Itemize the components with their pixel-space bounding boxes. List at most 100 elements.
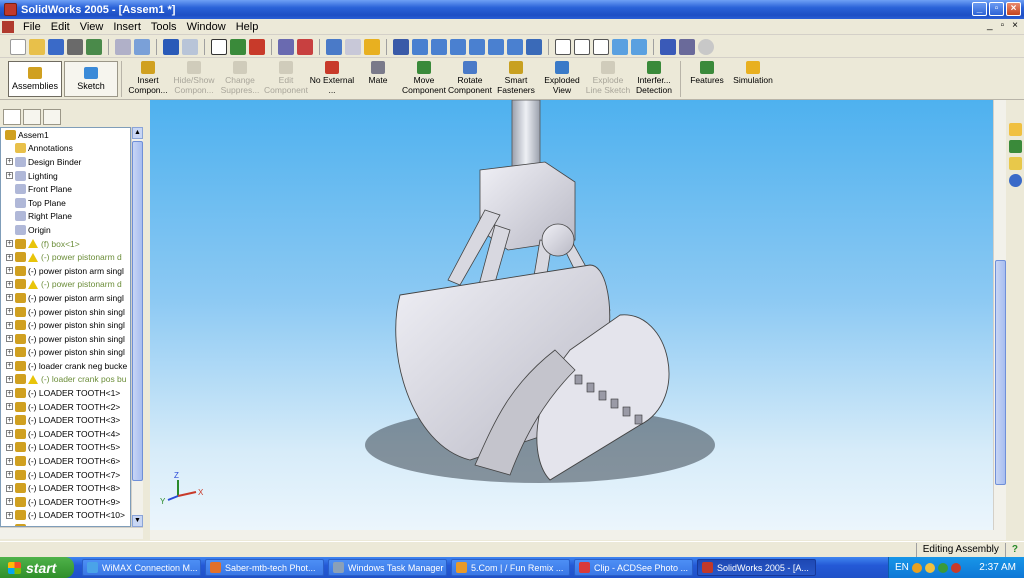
tree-item[interactable]: + (-) power piston arm singl	[1, 291, 130, 305]
zoom-selection-icon[interactable]	[469, 38, 485, 55]
expand-toggle[interactable]: +	[6, 348, 13, 356]
hidden-lines-icon[interactable]	[574, 38, 590, 55]
menu-window[interactable]: Window	[182, 21, 231, 33]
open-icon[interactable]	[29, 38, 45, 55]
doc-restore-button[interactable]: ▫	[1001, 20, 1005, 31]
print-icon[interactable]	[67, 38, 83, 55]
realview-icon[interactable]	[679, 38, 695, 55]
expand-toggle[interactable]: +	[6, 375, 13, 383]
cmd-button-9[interactable]: Exploded View	[539, 59, 585, 97]
options-icon[interactable]	[345, 38, 361, 55]
taskbar-item[interactable]: Clip - ACDSee Photo ...	[574, 559, 693, 576]
cmd-button-10[interactable]: Explode Line Sketch	[585, 59, 631, 97]
expand-toggle[interactable]: +	[6, 443, 13, 451]
expand-toggle[interactable]: +	[6, 403, 13, 411]
tree-item[interactable]: + (-) power piston shin singl	[1, 305, 130, 319]
expand-toggle[interactable]: +	[6, 280, 13, 288]
tree-item[interactable]: + (-) power piston shin singl	[1, 346, 130, 360]
document-icon[interactable]	[2, 20, 14, 33]
doc-close-button[interactable]: ×	[1012, 20, 1018, 31]
menu-insert[interactable]: Insert	[108, 21, 146, 33]
display-grid-icon[interactable]	[297, 38, 313, 55]
taskbar-item[interactable]: SolidWorks 2005 - [A...	[697, 559, 816, 576]
hidden-removed-icon[interactable]	[593, 38, 609, 55]
cmd-button-13[interactable]: Simulation	[730, 59, 776, 97]
redo-icon[interactable]	[182, 38, 198, 55]
expand-toggle[interactable]: +	[6, 240, 13, 248]
tree-item[interactable]: + (-) loader crank neg bucke	[1, 359, 130, 373]
menu-help[interactable]: Help	[231, 21, 264, 33]
tree-item[interactable]: + (-) LOADER TOOTH<2>	[1, 400, 130, 414]
view-orientation-icon[interactable]	[393, 38, 409, 55]
expand-toggle[interactable]: +	[6, 389, 13, 397]
expand-toggle[interactable]: +	[6, 484, 13, 492]
expand-toggle[interactable]: +	[6, 267, 13, 275]
grid-icon[interactable]	[278, 38, 294, 55]
tray-chat-icon[interactable]	[924, 562, 935, 573]
scroll-up-arrow[interactable]: ▲	[132, 127, 143, 139]
tab-assemblies[interactable]: Assemblies	[8, 61, 62, 97]
expand-toggle[interactable]: +	[6, 335, 13, 343]
tree-item[interactable]: + (-) LOADER TOOTH<5>	[1, 441, 130, 455]
pan-icon[interactable]	[507, 38, 523, 55]
expand-toggle[interactable]: +	[6, 308, 13, 316]
graphics-scroll-thumb[interactable]	[995, 260, 1006, 485]
menu-tools[interactable]: Tools	[146, 21, 182, 33]
cmd-button-3[interactable]: Edit Component	[263, 59, 309, 97]
taskbar-item[interactable]: Saber-mtb-tech Phot...	[205, 559, 324, 576]
traffic-light-icon[interactable]	[249, 38, 265, 55]
expand-toggle[interactable]: +	[6, 294, 13, 302]
scroll-down-arrow[interactable]: ▼	[132, 515, 143, 527]
section-view-icon[interactable]	[660, 38, 676, 55]
cmd-button-6[interactable]: Move Component	[401, 59, 447, 97]
tree-item[interactable]: Top Plane	[1, 196, 130, 210]
tray-app-icon[interactable]	[911, 562, 922, 573]
tree-item[interactable]: + (-) power pistonarm d	[1, 250, 130, 264]
zoom-fit-icon[interactable]	[412, 38, 428, 55]
design-library-icon[interactable]	[1008, 140, 1022, 153]
tree-item[interactable]: + (-) power pistonarm d	[1, 278, 130, 292]
select-icon[interactable]	[211, 38, 227, 55]
tree-item[interactable]: + (-) LOADER TOOTH<1>	[1, 386, 130, 400]
tab-sketch[interactable]: Sketch	[64, 61, 118, 97]
zoom-in-out-icon[interactable]	[450, 38, 466, 55]
macro-icon[interactable]	[326, 38, 342, 55]
cmd-button-12[interactable]: Features	[684, 59, 730, 97]
graphics-vscrollbar[interactable]	[993, 100, 1006, 530]
tree-item[interactable]: + (-) LOADER TOOTH<3>	[1, 413, 130, 427]
cmd-button-8[interactable]: Smart Fasteners	[493, 59, 539, 97]
tray-security-icon[interactable]	[950, 562, 961, 573]
tree-item[interactable]: + (f) box<1>	[1, 237, 130, 251]
cmd-button-4[interactable]: No External ...	[309, 59, 355, 97]
tab-property-manager[interactable]	[23, 109, 41, 125]
tree-item[interactable]: + (-) LOADER TOOTH<8>	[1, 481, 130, 495]
tab-configuration-manager[interactable]	[43, 109, 61, 125]
scroll-thumb[interactable]	[132, 141, 143, 481]
expand-toggle[interactable]: +	[6, 172, 13, 180]
model-icon[interactable]	[86, 38, 102, 55]
feature-tree-hscrollbar[interactable]	[0, 527, 143, 539]
wireframe-icon[interactable]	[555, 38, 571, 55]
status-help-icon[interactable]: ?	[1004, 542, 1024, 557]
tree-item[interactable]: + (-) power piston arm singl	[1, 264, 130, 278]
language-indicator[interactable]: EN	[895, 562, 909, 573]
doc-minimize-button[interactable]: _	[987, 20, 993, 31]
tree-item[interactable]: + Design Binder	[1, 155, 130, 169]
tree-item[interactable]: + (-) power piston shin singl	[1, 318, 130, 332]
expand-toggle[interactable]: +	[6, 471, 13, 479]
tree-item[interactable]: + (-) LOADER TOOTH<7>	[1, 468, 130, 482]
undo-icon[interactable]	[163, 38, 179, 55]
tree-item[interactable]: + (-) power piston shin singl	[1, 332, 130, 346]
expand-toggle[interactable]: +	[6, 416, 13, 424]
cmd-button-2[interactable]: Change Suppres...	[217, 59, 263, 97]
shadows-icon[interactable]	[698, 38, 714, 55]
file-explorer-icon[interactable]	[1008, 157, 1022, 170]
zoom-area-icon[interactable]	[431, 38, 447, 55]
close-button[interactable]: ×	[1006, 2, 1021, 16]
menu-edit[interactable]: Edit	[46, 21, 75, 33]
resources-icon[interactable]	[1008, 123, 1022, 136]
print-preview-icon[interactable]	[115, 38, 131, 55]
tree-item[interactable]: + (-) LOADER TOOTH<4>	[1, 427, 130, 441]
standard-views-icon[interactable]	[526, 38, 542, 55]
expand-toggle[interactable]: +	[6, 498, 13, 506]
